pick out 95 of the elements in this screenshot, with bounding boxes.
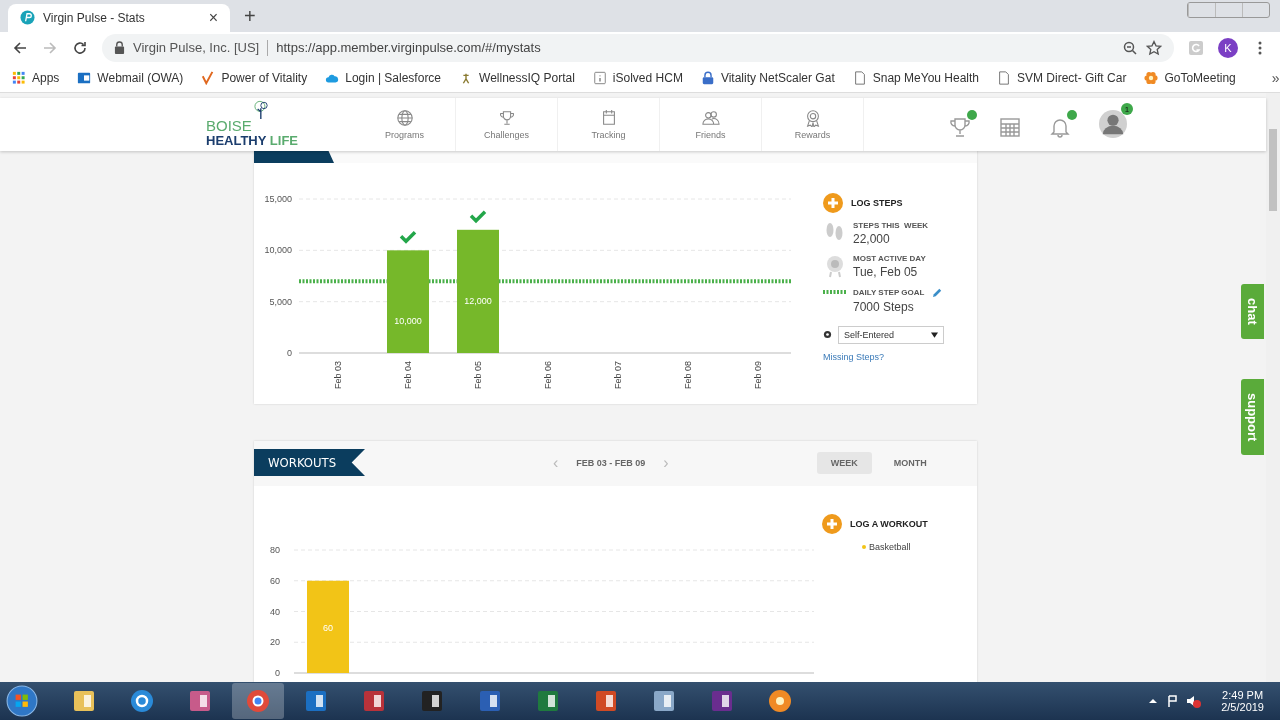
start-button[interactable] [6, 685, 38, 718]
axis-category-label: Feb 06 [543, 360, 553, 389]
stat-label: DAILY STEP GOAL [853, 287, 925, 297]
logo[interactable]: BOISE HEALTHY LIFE [206, 99, 316, 149]
address-field[interactable]: Virgin Pulse, Inc. [US] https://app.member.virginpulse.com/#/mystats [102, 33, 1174, 62]
site-identity: Virgin Pulse, Inc. [US] [133, 40, 260, 56]
logo-text: BOISE [206, 117, 253, 135]
stat-value: 7000 Steps [853, 299, 915, 314]
nav-item[interactable]: Rewards [762, 97, 864, 151]
info-icon [592, 70, 607, 85]
chrome-icon [245, 688, 271, 715]
browser-icon [129, 688, 155, 715]
lock-icon [114, 41, 125, 55]
period-tab[interactable]: WEEK [816, 452, 872, 475]
section-title: WORKOUTS [254, 448, 365, 476]
alert-button[interactable] [1049, 110, 1077, 139]
favicon-icon [20, 10, 35, 26]
close-tab-button[interactable]: × [208, 8, 218, 27]
clock[interactable]: 2:49 PM 2/5/2019 [1221, 689, 1264, 714]
stat-label: MOST ACTIVE DAY [853, 253, 926, 263]
log-steps-link[interactable]: LOG STEPS [851, 197, 903, 208]
axis-category-label: Feb 05 [473, 360, 483, 389]
bookmark[interactable]: Apps [12, 70, 60, 85]
nav-item[interactable]: Programs [354, 97, 456, 151]
source-dropdown[interactable]: Self-Entered [838, 325, 944, 344]
url-text: https://app.member.virginpulse.com/#/mystats [276, 40, 541, 56]
avatar-icon[interactable] [1099, 110, 1127, 139]
axis-tick-label: 0 [275, 667, 280, 678]
missing-steps-link[interactable]: Missing Steps? [823, 351, 944, 362]
check-icon [469, 210, 487, 224]
logo-text: LIFE [269, 133, 298, 149]
bookmark[interactable]: WellnessIQ Portal [459, 70, 575, 85]
log-workout-link[interactable]: LOG A WORKOUT [850, 518, 928, 529]
nav-item[interactable]: Friends [660, 97, 762, 151]
taskbar-button[interactable] [232, 683, 284, 720]
calendar-icon [999, 116, 1021, 139]
bookmark[interactable]: iSolved HCM [592, 70, 683, 85]
axis-tick-label: 80 [270, 544, 280, 555]
axis-tick-label: 60 [270, 575, 280, 586]
axis-tick-label: 20 [270, 637, 280, 648]
bar-value-label: 60 [323, 622, 333, 633]
period-tab[interactable]: MONTH [879, 452, 941, 475]
check-icon [399, 230, 417, 244]
page-icon [852, 70, 867, 85]
trophy-icon [949, 116, 971, 139]
trophy-icon [497, 108, 516, 127]
settings-icon [823, 330, 832, 340]
bar-value-label: 10,000 [394, 316, 422, 327]
bookmark[interactable]: Vitality NetScaler Gat [700, 70, 835, 85]
bookmark[interactable]: SVM Direct- Gift Car [997, 70, 1127, 85]
check-icon [201, 70, 216, 85]
axis-tick-label: 5,000 [269, 296, 292, 307]
legend-label: Basketball [869, 541, 911, 552]
axis-category-label: Feb 03 [333, 360, 343, 389]
globe-icon [395, 108, 414, 127]
stat-value: 22,000 [853, 231, 891, 246]
pencil-icon[interactable] [932, 286, 944, 298]
back-icon[interactable] [12, 39, 28, 56]
reload-icon[interactable] [72, 39, 88, 56]
axis-category-label: Feb 09 [753, 360, 763, 389]
logo-text: HEALTHY [206, 133, 267, 149]
bookmark[interactable]: Power of Vitality [201, 70, 308, 85]
axis-category-label: Feb 08 [683, 360, 693, 389]
browser-tab[interactable]: Virgin Pulse - Stats × [8, 3, 230, 32]
bookmark[interactable]: Webmail (OWA) [77, 70, 184, 85]
star-icon[interactable] [1146, 39, 1162, 56]
stat-label: STEPS THIS WEEK [853, 220, 929, 230]
new-tab-button[interactable]: + [244, 4, 256, 28]
nav-item[interactable]: Tracking [558, 97, 660, 151]
bar-value-label: 12,000 [464, 295, 492, 306]
more-bookmarks-button[interactable]: » [1271, 69, 1280, 86]
date-range: FEB 03 - FEB 09 [576, 458, 646, 469]
zoom-icon[interactable] [1122, 39, 1138, 56]
bookmark[interactable]: Snap MeYou Health [852, 70, 980, 85]
caret-icon [931, 331, 938, 338]
axis-tick-label: 10,000 [264, 245, 292, 256]
tab-title: Virgin Pulse - Stats [43, 10, 146, 25]
nav-item[interactable]: Challenges [456, 97, 558, 151]
axis-category-label: Feb 04 [403, 360, 413, 389]
axis-tick-label: 40 [270, 606, 280, 617]
lock-icon [700, 70, 715, 85]
profile-avatar[interactable]: K [1218, 37, 1238, 58]
dashed-line-icon [823, 289, 847, 294]
bell-icon [1049, 116, 1071, 139]
axis-tick-label: 15,000 [264, 193, 292, 204]
stat-value: Tue, Feb 05 [853, 264, 919, 279]
notification-badge: 1 [1121, 103, 1133, 116]
bookmark[interactable]: GoToMeeting [1144, 70, 1236, 85]
alert-button[interactable] [949, 110, 977, 139]
bookmark[interactable]: Login | Salesforce [325, 70, 442, 85]
page-icon [997, 70, 1012, 85]
grid-icon [12, 70, 26, 85]
axis-tick-label: 0 [287, 347, 292, 358]
axis-category-label: Feb 07 [613, 360, 623, 389]
people-icon [701, 108, 720, 127]
